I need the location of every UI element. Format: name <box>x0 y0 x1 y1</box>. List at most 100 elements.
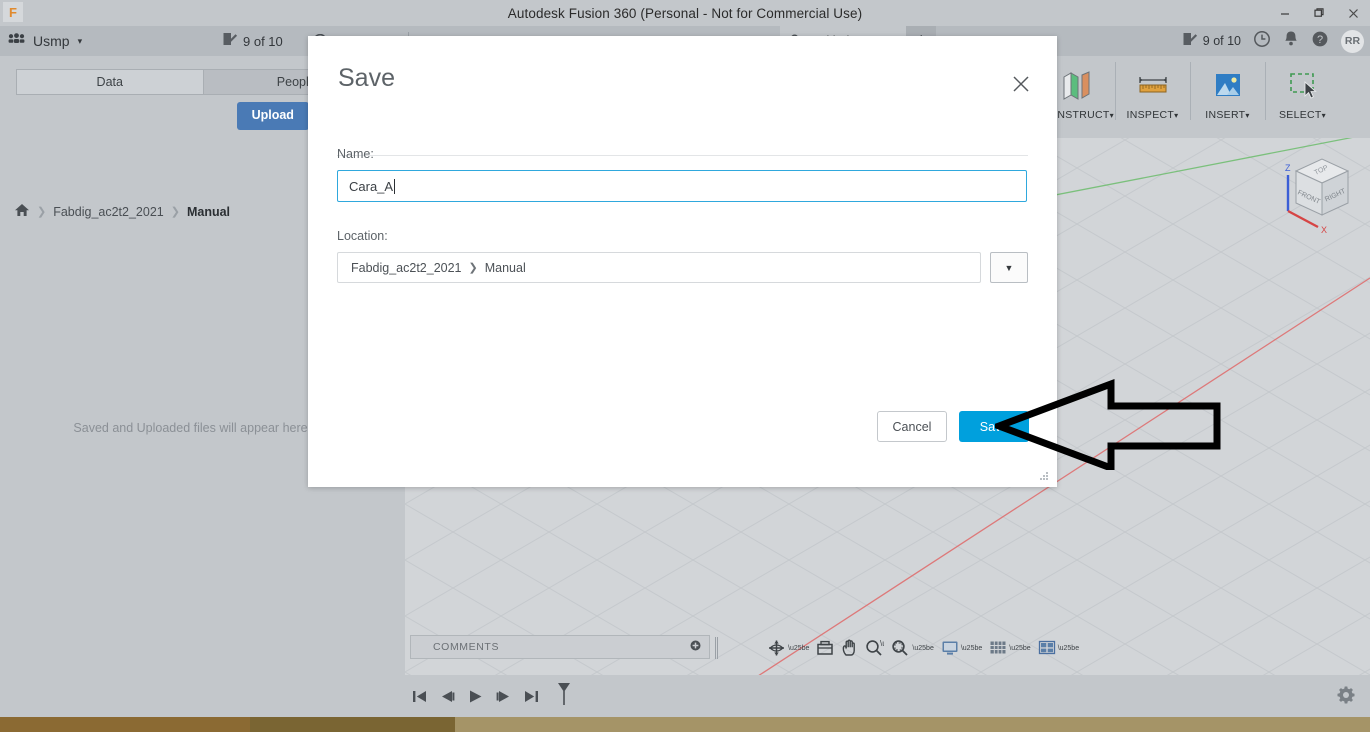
zoom-window-icon[interactable]: \u25be <box>889 639 935 657</box>
text-cursor <box>394 178 396 194</box>
save-dialog: Save Name: Cara_A Location: Fabdig_ac2t2… <box>308 36 1057 487</box>
quota-text-right: 9 of 10 <box>1202 34 1241 48</box>
insert-image-icon <box>1210 66 1246 106</box>
taskbar-segment <box>455 717 1370 732</box>
grid-snap-icon[interactable]: \u25be <box>987 640 1032 656</box>
name-label: Name: <box>337 147 374 161</box>
navigation-toolbar: \u25be \u00b1 \u25be \u25be \u25be <box>765 634 1081 662</box>
viewcube-axis-x: X <box>1321 225 1327 235</box>
maximize-button[interactable] <box>1302 0 1336 26</box>
chevron-down-icon: ▾ <box>1109 111 1114 120</box>
breadcrumb-separator: ❯ <box>170 206 180 218</box>
name-input-value: Cara_A <box>349 178 394 194</box>
help-icon[interactable]: ? <box>1311 30 1329 53</box>
edit-doc-icon <box>1182 32 1198 50</box>
quota-text-left: 9 of 10 <box>243 33 283 49</box>
quota-indicator-right[interactable]: 9 of 10 <box>1182 32 1241 50</box>
close-window-button[interactable] <box>1336 0 1370 26</box>
step-forward-icon[interactable] <box>494 688 513 705</box>
upload-button[interactable]: Upload <box>236 102 309 130</box>
cancel-button[interactable]: Cancel <box>877 411 947 442</box>
viewports-icon[interactable]: \u25be <box>1036 640 1081 656</box>
display-settings-icon[interactable]: \u25be <box>939 640 984 656</box>
dialog-title: Save <box>338 64 395 92</box>
ribbon-tab-inspect-label: INSPECT▾ <box>1127 109 1179 121</box>
location-dropdown-button[interactable]: ▼ <box>990 252 1028 283</box>
add-comment-icon[interactable] <box>690 640 701 654</box>
people-icon <box>8 32 25 50</box>
app-icon: F <box>3 2 23 22</box>
label-text: INSPECT <box>1126 109 1175 121</box>
ribbon-toolbar: CONSTRUCT▾ INSPECT▾ INSERT▾ SELECT▾ <box>1040 56 1370 138</box>
viewcube-axis-z: Z <box>1285 163 1291 173</box>
timeline-bar <box>0 675 1370 717</box>
ribbon-tab-inspect[interactable]: INSPECT▾ <box>1115 56 1190 138</box>
window-title: Autodesk Fusion 360 (Personal - Not for … <box>507 5 863 21</box>
tab-data[interactable]: Data <box>16 69 203 95</box>
skip-to-start-icon[interactable] <box>410 688 429 705</box>
label-text: INSERT <box>1205 109 1246 121</box>
taskbar-segment <box>250 717 455 732</box>
avatar[interactable]: RR <box>1341 29 1364 53</box>
chevron-down-icon: ▾ <box>1174 111 1179 120</box>
window-controls <box>1268 0 1370 26</box>
breadcrumb-folder: Manual <box>186 204 231 219</box>
breadcrumb: ❯ Fabdig_ac2t2_2021 ❯ Manual <box>14 203 230 220</box>
orbit-icon[interactable]: \u25be <box>765 639 811 657</box>
location-folder: Manual <box>484 260 526 275</box>
location-row: Fabdig_ac2t2_2021 ❯ Manual ▼ <box>337 252 1028 283</box>
taskbar-segment <box>0 717 250 732</box>
breadcrumb-project[interactable]: Fabdig_ac2t2_2021 <box>53 205 164 219</box>
dialog-buttons: Cancel Save <box>877 411 1029 442</box>
recent-history-icon[interactable] <box>1253 30 1271 53</box>
svg-text:\u00b1: \u00b1 <box>880 639 884 648</box>
zoom-icon[interactable]: \u00b1 <box>863 639 886 657</box>
ribbon-tab-select[interactable]: SELECT▾ <box>1265 56 1340 138</box>
home-icon[interactable] <box>14 203 30 220</box>
location-separator: ❯ <box>468 262 478 274</box>
minimize-button[interactable] <box>1268 0 1302 26</box>
save-button[interactable]: Save <box>959 411 1029 442</box>
play-icon[interactable] <box>466 688 485 705</box>
window-titlebar: F Autodesk Fusion 360 (Personal - Not fo… <box>0 0 1370 26</box>
team-selector[interactable]: Usmp ▾ <box>8 26 82 56</box>
look-at-icon[interactable] <box>814 640 836 656</box>
ribbon-tab-select-label: SELECT▾ <box>1279 109 1326 121</box>
comments-panel[interactable]: COMMENTS <box>410 635 710 659</box>
view-cube[interactable]: TOP FRONT RIGHT Z X <box>1266 141 1362 237</box>
app-icon-letter: F <box>9 4 17 20</box>
select-marquee-icon <box>1285 66 1321 106</box>
timeline-marker-icon[interactable] <box>556 681 572 712</box>
skip-to-end-icon[interactable] <box>522 688 541 705</box>
ribbon-tab-insert-label: INSERT▾ <box>1205 109 1249 121</box>
location-label: Location: <box>337 229 388 243</box>
appbar-right-group: 9 of 10 ? RR <box>1182 26 1364 56</box>
label-text: SELECT <box>1279 109 1322 121</box>
edit-doc-icon <box>222 32 238 50</box>
chevron-down-icon: ▾ <box>77 35 83 46</box>
pan-hand-icon[interactable] <box>839 639 860 657</box>
ribbon-tab-insert[interactable]: INSERT▾ <box>1190 56 1265 138</box>
breadcrumb-separator: ❯ <box>37 206 47 218</box>
step-back-icon[interactable] <box>438 688 457 705</box>
svg-text:?: ? <box>1317 34 1323 46</box>
comments-label: COMMENTS <box>433 641 500 653</box>
gear-icon[interactable] <box>1336 685 1356 710</box>
inspect-ruler-icon <box>1135 66 1171 106</box>
dialog-body: Name: Cara_A Location: Fabdig_ac2t2_2021… <box>337 147 1028 283</box>
comments-resize-grip[interactable] <box>715 637 718 659</box>
construct-icon <box>1060 66 1096 106</box>
chevron-down-icon: ▾ <box>1321 111 1326 120</box>
location-project: Fabdig_ac2t2_2021 <box>351 260 462 275</box>
dialog-resize-grip[interactable] <box>1039 471 1049 481</box>
notifications-bell-icon[interactable] <box>1283 30 1299 52</box>
name-input[interactable]: Cara_A <box>337 170 1027 202</box>
timeline-controls <box>405 675 572 717</box>
quota-indicator-left: 9 of 10 <box>222 26 283 56</box>
os-taskbar <box>0 717 1370 732</box>
location-input[interactable]: Fabdig_ac2t2_2021 ❯ Manual <box>337 252 981 283</box>
team-name: Usmp <box>33 33 70 49</box>
chevron-down-icon: ▾ <box>1245 111 1250 120</box>
close-icon[interactable] <box>1009 72 1033 96</box>
app-window: F Autodesk Fusion 360 (Personal - Not fo… <box>0 0 1370 732</box>
